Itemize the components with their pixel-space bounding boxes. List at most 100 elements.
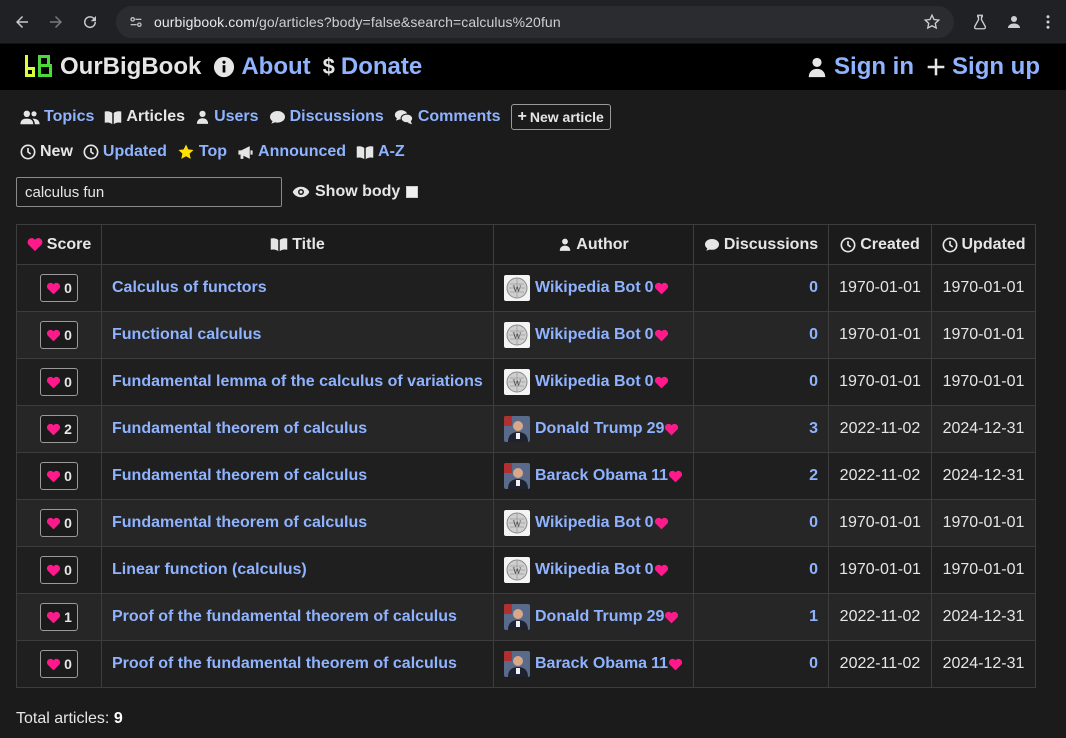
search-input[interactable] xyxy=(16,177,282,207)
author-link[interactable]: W Wikipedia Bot 0 xyxy=(504,275,683,301)
discussions-count-link[interactable]: 0 xyxy=(809,514,818,531)
author-link[interactable]: Donald Trump 29 xyxy=(504,416,683,442)
bookmark-star-icon[interactable] xyxy=(920,10,944,34)
forward-icon[interactable] xyxy=(42,8,70,36)
score-cell: 0 xyxy=(16,499,102,547)
profile-icon[interactable] xyxy=(1004,12,1024,32)
speech-bubble-icon xyxy=(704,238,720,252)
book-open-icon xyxy=(270,237,288,252)
heart-icon xyxy=(46,329,61,342)
discussions-count-link[interactable]: 0 xyxy=(809,326,818,343)
article-title-link[interactable]: Fundamental theorem of calculus xyxy=(112,420,367,437)
tab-discussions[interactable]: Discussions xyxy=(269,108,384,126)
article-title-link[interactable]: Proof of the fundamental theorem of calc… xyxy=(112,655,457,672)
like-button[interactable]: 0 xyxy=(40,321,78,349)
article-title-link[interactable]: Linear function (calculus) xyxy=(112,561,307,578)
brand-link[interactable]: OurBigBook xyxy=(24,53,201,81)
article-title-link[interactable]: Fundamental lemma of the calculus of var… xyxy=(112,373,483,390)
sort-az[interactable]: A-Z xyxy=(356,143,405,161)
user-avatar-icon xyxy=(504,651,530,677)
like-button[interactable]: 2 xyxy=(40,415,78,443)
tab-comments[interactable]: Comments xyxy=(394,108,501,126)
article-title-link[interactable]: Calculus of functors xyxy=(112,279,267,296)
author-link[interactable]: Barack Obama 11 xyxy=(504,463,683,489)
header-created-label: Created xyxy=(860,235,920,253)
heart-icon xyxy=(654,517,669,530)
sort-updated[interactable]: Updated xyxy=(83,143,167,161)
title-cell: Fundamental lemma of the calculus of var… xyxy=(101,358,494,406)
header-score[interactable]: Score xyxy=(16,224,102,265)
sign-in-link[interactable]: Sign in xyxy=(806,53,914,81)
reload-icon[interactable] xyxy=(76,8,104,36)
like-button[interactable]: 1 xyxy=(40,603,78,631)
labs-flask-icon[interactable] xyxy=(970,12,990,32)
score-value: 0 xyxy=(64,562,72,578)
author-link[interactable]: Barack Obama 11 xyxy=(504,651,683,677)
author-cell: W Wikipedia Bot 0 xyxy=(493,311,694,359)
score-cell: 0 xyxy=(16,264,102,312)
tab-articles-label: Articles xyxy=(126,108,186,125)
article-title-link[interactable]: Fundamental theorem of calculus xyxy=(112,467,367,484)
discussions-count-link[interactable]: 0 xyxy=(809,373,818,390)
header-created[interactable]: Created xyxy=(828,224,932,265)
new-article-button[interactable]: + New article xyxy=(510,104,611,130)
article-title-link[interactable]: Proof of the fundamental theorem of calc… xyxy=(112,608,457,625)
wikipedia-avatar-icon: W xyxy=(504,510,530,536)
author-link[interactable]: W Wikipedia Bot 0 xyxy=(504,369,683,395)
svg-text:W: W xyxy=(513,519,522,529)
sort-new[interactable]: New xyxy=(20,143,73,161)
discussions-count-link[interactable]: 3 xyxy=(809,420,818,437)
like-button[interactable]: 0 xyxy=(40,509,78,537)
author-link[interactable]: Donald Trump 29 xyxy=(504,604,683,630)
address-bar[interactable]: ourbigbook.com/go/articles?body=false&se… xyxy=(116,5,954,38)
like-button[interactable]: 0 xyxy=(40,556,78,584)
header-title[interactable]: Title xyxy=(101,224,494,265)
header-author[interactable]: Author xyxy=(493,224,694,265)
title-cell: Fundamental theorem of calculus xyxy=(101,405,494,453)
author-cell: Barack Obama 11 xyxy=(493,452,694,500)
new-article-label: New article xyxy=(529,109,604,125)
show-body-checkbox[interactable] xyxy=(406,186,419,198)
sort-announced[interactable]: Announced xyxy=(237,143,346,161)
table-row: 0 Calculus of functors W Wikipedia Bot 0… xyxy=(16,264,1036,312)
like-button[interactable]: 0 xyxy=(40,650,78,678)
svg-text:W: W xyxy=(513,378,522,388)
score-value: 0 xyxy=(64,515,72,531)
discussions-count-link[interactable]: 0 xyxy=(809,561,818,578)
like-button[interactable]: 0 xyxy=(40,368,78,396)
article-title-link[interactable]: Functional calculus xyxy=(112,326,261,343)
author-cell: Donald Trump 29 xyxy=(493,593,694,641)
author-link[interactable]: W Wikipedia Bot 0 xyxy=(504,322,683,348)
speech-bubble-icon xyxy=(269,110,286,125)
score-cell: 0 xyxy=(16,358,102,406)
author-link[interactable]: W Wikipedia Bot 0 xyxy=(504,510,683,536)
user-icon xyxy=(558,237,572,252)
show-body-toggle[interactable]: Show body xyxy=(292,183,419,201)
donate-link[interactable]: $ Donate xyxy=(323,53,423,81)
article-title-link[interactable]: Fundamental theorem of calculus xyxy=(112,514,367,531)
plus-icon: + xyxy=(517,108,527,125)
back-icon[interactable] xyxy=(8,8,36,36)
tab-users[interactable]: Users xyxy=(195,108,259,126)
header-updated[interactable]: Updated xyxy=(931,224,1036,265)
score-cell: 2 xyxy=(16,405,102,453)
discussions-count-link[interactable]: 0 xyxy=(809,655,818,672)
tab-articles[interactable]: Articles xyxy=(104,108,185,126)
header-discussions[interactable]: Discussions xyxy=(693,224,829,265)
tab-topics[interactable]: Topics xyxy=(20,108,94,126)
like-button[interactable]: 0 xyxy=(40,462,78,490)
total-label: Total articles: xyxy=(16,710,110,727)
site-info-icon[interactable] xyxy=(126,12,146,32)
author-link[interactable]: W Wikipedia Bot 0 xyxy=(504,557,683,583)
like-button[interactable]: 0 xyxy=(40,274,78,302)
browser-toolbar: ourbigbook.com/go/articles?body=false&se… xyxy=(0,0,1066,44)
discussions-count-link[interactable]: 2 xyxy=(809,467,818,484)
sort-top[interactable]: Top xyxy=(177,143,227,161)
discussions-count-link[interactable]: 0 xyxy=(809,279,818,296)
sign-up-link[interactable]: Sign up xyxy=(926,53,1040,81)
kebab-menu-icon[interactable] xyxy=(1038,12,1058,32)
heart-icon xyxy=(654,282,669,295)
author-cell: Barack Obama 11 xyxy=(493,640,694,688)
about-link[interactable]: About xyxy=(213,53,311,81)
discussions-count-link[interactable]: 1 xyxy=(809,608,818,625)
